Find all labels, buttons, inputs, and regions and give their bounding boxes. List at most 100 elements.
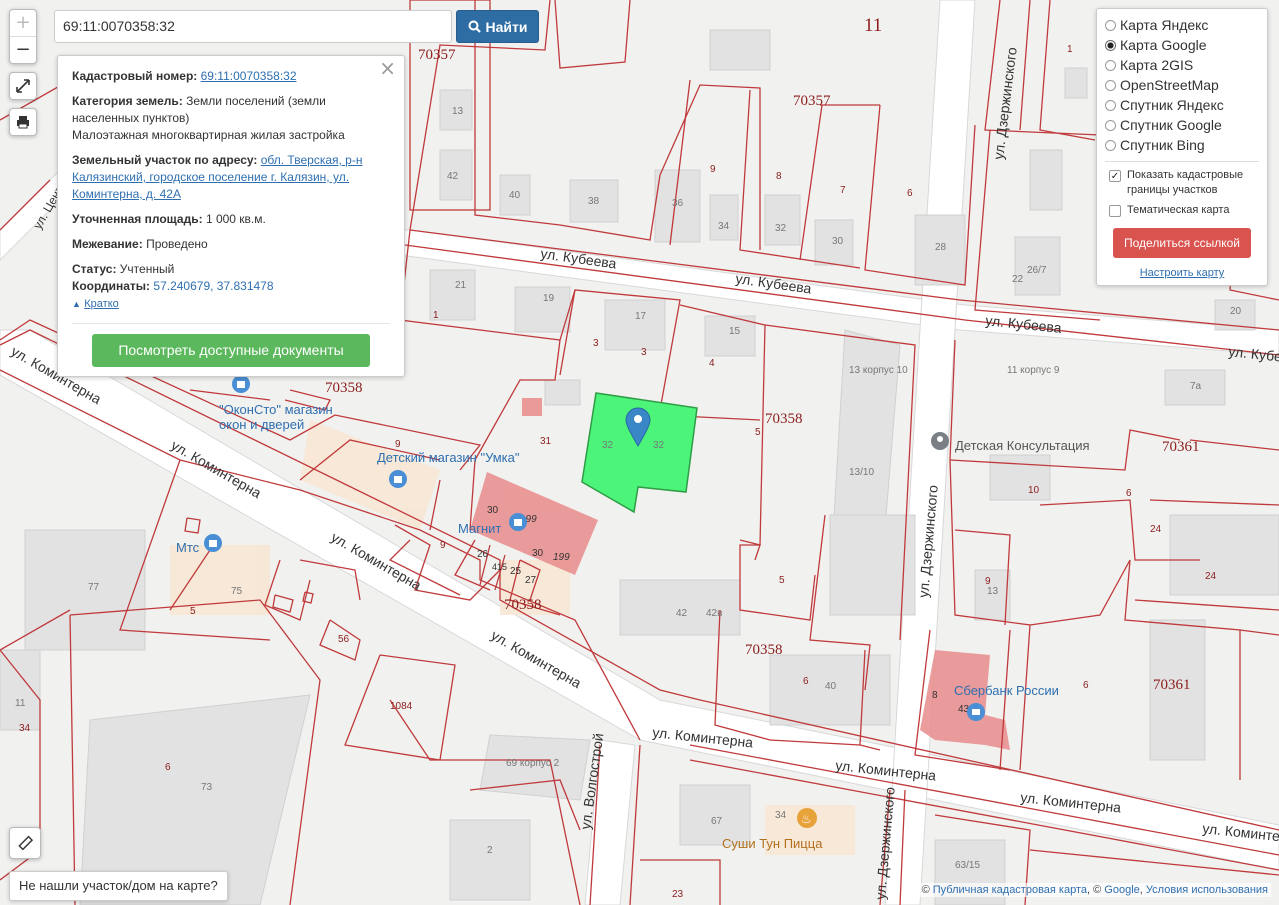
radio-button[interactable]	[1105, 59, 1116, 71]
parcel-number: 24	[1150, 524, 1162, 535]
fullscreen-button[interactable]	[9, 72, 37, 100]
parcel-number: 27	[525, 575, 537, 586]
parcel-number: 67	[711, 816, 723, 827]
map-layers-panel: Карта Яндекс Карта Google Карта 2GIS Ope…	[1096, 8, 1268, 286]
zoom-control: + −	[9, 9, 37, 64]
status-label: Статус:	[72, 262, 117, 276]
parcel-number: 28	[935, 242, 947, 253]
coordinates-link[interactable]: 57.240679, 37.831478	[153, 279, 273, 293]
parcel-number: 42в	[706, 608, 722, 619]
attribution-separator: , ©	[1087, 884, 1102, 896]
radio-button[interactable]	[1105, 19, 1116, 31]
parcel-number: 56	[338, 634, 350, 645]
parcel-number: 3	[641, 347, 647, 358]
parcel-number: 17	[635, 311, 647, 322]
zoom-in-button[interactable]: +	[10, 10, 36, 37]
shop-icon[interactable]	[509, 513, 527, 531]
poi-label: Сбербанк России	[954, 683, 1059, 698]
search-button[interactable]: Найти	[456, 10, 539, 43]
layer-option-label: Карта Google	[1120, 37, 1207, 53]
thematic-map-toggle[interactable]: Тематическая карта	[1105, 203, 1259, 218]
search-input[interactable]: 69:11:0070358:32	[54, 10, 452, 43]
attribution: © Публичная кадастровая карта, © Google,…	[918, 883, 1271, 897]
poi-label: Магнит	[458, 521, 501, 536]
quarter-label: 70361	[1153, 677, 1191, 693]
parcel-number: 3	[593, 338, 599, 349]
poi-label: Детская Консультация	[955, 438, 1090, 453]
status-value: Учтенный	[119, 262, 175, 276]
shop-icon[interactable]	[389, 470, 407, 488]
share-link-button[interactable]: Поделиться ссылкой	[1113, 228, 1251, 258]
shop-icon[interactable]	[232, 375, 250, 393]
poi-label: "ОконСто" магазин	[219, 402, 333, 417]
svg-text:♨: ♨	[801, 812, 812, 826]
parcel-number: 1	[433, 310, 439, 321]
parcel-number: 7а	[1190, 381, 1202, 392]
zoom-out-button[interactable]: −	[10, 37, 36, 63]
poi-label: Детский магазин "Умка"	[377, 450, 520, 465]
checkbox-icon[interactable]	[1109, 205, 1121, 217]
parcel-number: 34	[775, 810, 787, 821]
cadastral-number-link[interactable]: 69:11:0070358:32	[201, 69, 297, 83]
layer-option-yandex-map[interactable]: Карта Яндекс	[1105, 15, 1259, 35]
address-label: Земельный участок по адресу:	[72, 153, 258, 167]
layer-option-label: Спутник Bing	[1120, 137, 1205, 153]
parcel-number: 199	[553, 552, 570, 563]
show-borders-toggle[interactable]: ✓ Показать кадастровые границы участков	[1105, 168, 1259, 198]
radio-button[interactable]	[1105, 39, 1116, 51]
print-button[interactable]	[9, 108, 37, 136]
ruler-button[interactable]	[9, 827, 41, 859]
google-link[interactable]: Google	[1104, 884, 1139, 896]
bank-icon[interactable]	[967, 703, 985, 721]
parcel-number: 11	[15, 698, 26, 709]
parcel-number: 6	[165, 762, 171, 773]
layer-option-bing-satellite[interactable]: Спутник Bing	[1105, 135, 1259, 155]
parcel-number: 34	[718, 221, 730, 232]
shop-icon[interactable]	[204, 534, 222, 552]
parcel-number: 22	[1012, 274, 1024, 285]
parcel-number: 30	[532, 548, 544, 559]
parcel-number: 9	[395, 439, 401, 450]
parcel-number: 73	[201, 782, 213, 793]
parcel-number: 4	[709, 358, 715, 369]
checkbox-checked-icon[interactable]: ✓	[1109, 170, 1121, 182]
search-icon	[468, 20, 481, 33]
layer-option-2gis-map[interactable]: Карта 2GIS	[1105, 55, 1259, 75]
coordinates-label: Координаты:	[72, 279, 151, 293]
quarter-label: 70358	[745, 642, 783, 658]
show-borders-label: Показать кадастровые границы участков	[1127, 169, 1244, 196]
close-icon[interactable]: ×	[379, 58, 396, 78]
collapse-icon[interactable]: ▲	[72, 299, 81, 309]
radio-button[interactable]	[1105, 119, 1116, 131]
quarter-label: 70358	[504, 597, 542, 613]
pkk-link[interactable]: Публичная кадастровая карта	[933, 884, 1087, 896]
divider	[1105, 161, 1259, 162]
view-documents-button[interactable]: Посмотреть доступные документы	[92, 334, 370, 367]
parcel-number: 42	[676, 608, 688, 619]
layer-option-google-map[interactable]: Карта Google	[1105, 35, 1259, 55]
expand-icon	[16, 79, 30, 93]
not-found-button[interactable]: Не нашли участок/дом на карте?	[9, 871, 228, 901]
parcel-number: 10	[1028, 485, 1040, 496]
area-label: Уточненная площадь:	[72, 212, 203, 226]
terms-link[interactable]: Условия использования	[1146, 884, 1268, 896]
map-settings-link[interactable]: Настроить карту	[1105, 267, 1259, 279]
copyright-sign: ©	[921, 884, 930, 896]
parcel-number: 13	[987, 586, 999, 597]
brief-toggle[interactable]: Кратко	[84, 298, 119, 310]
layer-option-yandex-satellite[interactable]: Спутник Яндекс	[1105, 95, 1259, 115]
parcel-number: 63/15	[955, 860, 980, 871]
parcel-number: 13 корпус 10	[849, 365, 908, 376]
layer-option-google-satellite[interactable]: Спутник Google	[1105, 115, 1259, 135]
parcel-number: 1	[1067, 44, 1073, 55]
radio-button[interactable]	[1105, 99, 1116, 111]
quarter-label: 70357	[793, 93, 831, 109]
parcel-number: 9	[440, 540, 446, 551]
parcel-number: 40	[825, 681, 837, 692]
clinic-icon[interactable]	[931, 432, 949, 450]
layer-option-osm[interactable]: OpenStreetMap	[1105, 75, 1259, 95]
radio-button[interactable]	[1105, 139, 1116, 151]
radio-button[interactable]	[1105, 79, 1116, 91]
quarter-label: 70358	[765, 411, 803, 427]
restaurant-icon[interactable]: ♨	[797, 808, 817, 828]
